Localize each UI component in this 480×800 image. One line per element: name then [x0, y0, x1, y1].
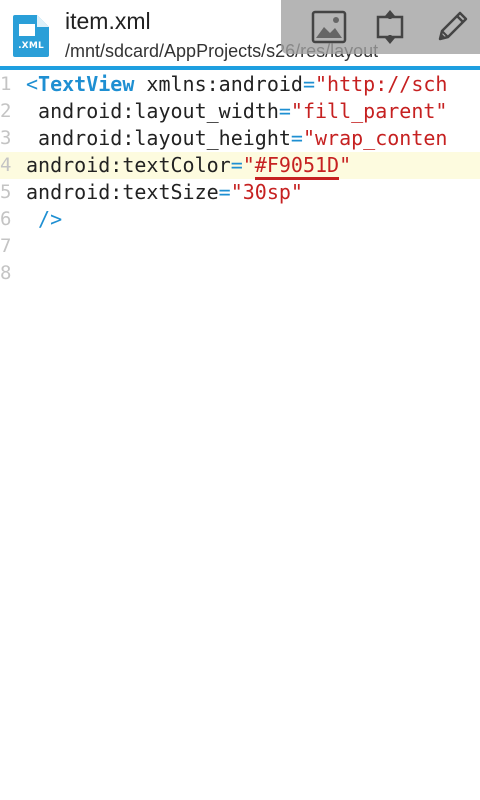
line-number: 2: [0, 100, 12, 122]
line-code: />: [26, 206, 62, 233]
line-number: 8: [0, 262, 12, 284]
code-line[interactable]: 7: [0, 233, 480, 260]
code-token: =: [230, 153, 243, 177]
code-token: TextView: [38, 72, 135, 96]
fit-screen-button[interactable]: [367, 4, 413, 50]
line-code: <TextView xmlns:android="http://sch: [26, 71, 447, 98]
code-token: android:layout_height: [26, 126, 291, 150]
code-line[interactable]: 8: [0, 260, 480, 287]
image-view-button[interactable]: [306, 4, 352, 50]
code-token: "30sp": [230, 180, 303, 204]
fit-screen-icon: [372, 9, 408, 45]
code-token: android:textSize: [26, 180, 219, 204]
line-number: 5: [0, 181, 12, 203]
code-line[interactable]: 4 android:textColor="#F9051D": [0, 152, 480, 180]
code-token: "wrap_conten: [302, 126, 448, 150]
code-token: "http://sch: [315, 72, 448, 96]
line-number: 4: [0, 154, 12, 176]
file-name: item.xml: [65, 8, 151, 34]
code-token: =: [278, 99, 291, 123]
code-line[interactable]: 1 <TextView xmlns:android="http://sch: [0, 71, 480, 98]
line-number: 6: [0, 208, 12, 230]
code-token: />: [26, 207, 63, 231]
line-number: 1: [0, 73, 12, 95]
error-token: #F9051D: [254, 153, 340, 180]
code-editor[interactable]: 1 <TextView xmlns:android="http://sch 2 an…: [0, 70, 480, 800]
line-code: android:textColor="#F9051D": [26, 152, 352, 180]
edit-button[interactable]: [429, 4, 475, 50]
pencil-icon: [432, 7, 472, 47]
code-token: =: [218, 180, 231, 204]
code-token: =: [302, 72, 315, 96]
code-line[interactable]: 5 android:textSize="30sp": [0, 179, 480, 206]
line-number: 7: [0, 235, 12, 257]
code-token: ": [339, 153, 352, 177]
xml-file-icon: .XML: [13, 15, 49, 57]
code-token: <: [26, 72, 39, 96]
line-code: android:textSize="30sp": [26, 179, 303, 206]
code-token: android:layout_width: [26, 99, 279, 123]
line-code: android:layout_height="wrap_conten: [26, 125, 447, 152]
file-type-badge: .XML: [18, 41, 44, 51]
floating-toolbar: [281, 0, 480, 54]
code-token: android:textColor: [26, 153, 231, 177]
line-number: 3: [0, 127, 12, 149]
code-line[interactable]: 2 android:layout_width="fill_parent": [0, 98, 480, 125]
code-token: xmlns:android: [134, 72, 303, 96]
code-line[interactable]: 6 />: [0, 206, 480, 233]
code-line[interactable]: 3 android:layout_height="wrap_conten: [0, 125, 480, 152]
image-icon: [311, 10, 347, 44]
code-token: "fill_parent": [290, 99, 448, 123]
code-token: =: [290, 126, 303, 150]
line-code: android:layout_width="fill_parent": [26, 98, 447, 125]
code-token: ": [242, 153, 255, 177]
